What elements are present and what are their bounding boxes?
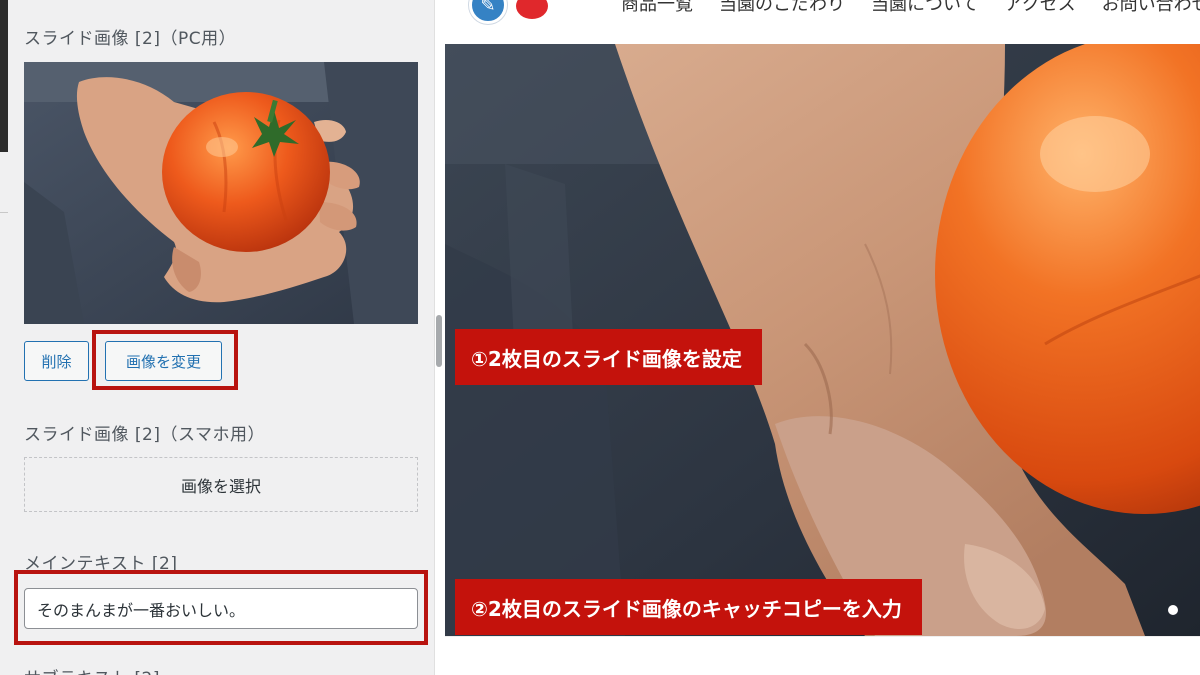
delete-button[interactable]: 削除 xyxy=(24,341,89,381)
change-image-button[interactable]: 画像を変更 xyxy=(105,341,222,381)
slide-image-pc-label: スライド画像 [2]（PC用） xyxy=(24,29,237,49)
slide-image-sp-label: スライド画像 [2]（スマホ用） xyxy=(24,425,265,445)
select-image-button[interactable]: 画像を選択 xyxy=(24,457,418,512)
tomato-hand-photo xyxy=(24,62,418,324)
panel-edge xyxy=(0,0,8,152)
slider-dot[interactable] xyxy=(1168,605,1178,615)
nav-item-access[interactable]: アクセス xyxy=(1004,0,1075,16)
tomato-logo-icon[interactable] xyxy=(515,0,549,20)
hero-slider: ①2枚目のスライド画像を設定 ②2枚目のスライド画像のキャッチコピーを入力 xyxy=(445,44,1200,636)
nav-item-about[interactable]: 当園について xyxy=(871,0,978,16)
main-text-label: メインテキスト [2] xyxy=(24,554,178,574)
panel-edge-divider xyxy=(0,212,8,213)
panel-scrollbar[interactable] xyxy=(436,315,442,367)
slide-image-thumbnail[interactable] xyxy=(24,62,418,324)
site-preview: ✎ 商品一覧 当園のこだわり 当園について アクセス お問い合わせ ①2枚目のス… xyxy=(445,0,1200,675)
sub-text-label: サブテキスト [2] xyxy=(24,664,160,675)
annotation-step1: ①2枚目のスライド画像を設定 xyxy=(455,329,762,385)
nav-item-products[interactable]: 商品一覧 xyxy=(621,0,693,16)
main-text-input[interactable] xyxy=(24,588,418,629)
nav-item-contact[interactable]: お問い合わせ xyxy=(1102,0,1200,16)
pencil-icon[interactable]: ✎ xyxy=(469,0,507,24)
site-header: ✎ 商品一覧 当園のこだわり 当園について アクセス お問い合わせ xyxy=(445,0,1200,44)
customizer-panel: スライド画像 [2]（PC用） 削除 画像を変更 スライド画像 [2]（スマホ用… xyxy=(0,0,434,675)
site-nav: 商品一覧 当園のこだわり 当園について アクセス お問い合わせ xyxy=(621,0,1200,16)
nav-item-commitment[interactable]: 当園のこだわり xyxy=(719,0,845,16)
content-area xyxy=(445,636,1200,675)
annotation-step2: ②2枚目のスライド画像のキャッチコピーを入力 xyxy=(455,579,922,635)
